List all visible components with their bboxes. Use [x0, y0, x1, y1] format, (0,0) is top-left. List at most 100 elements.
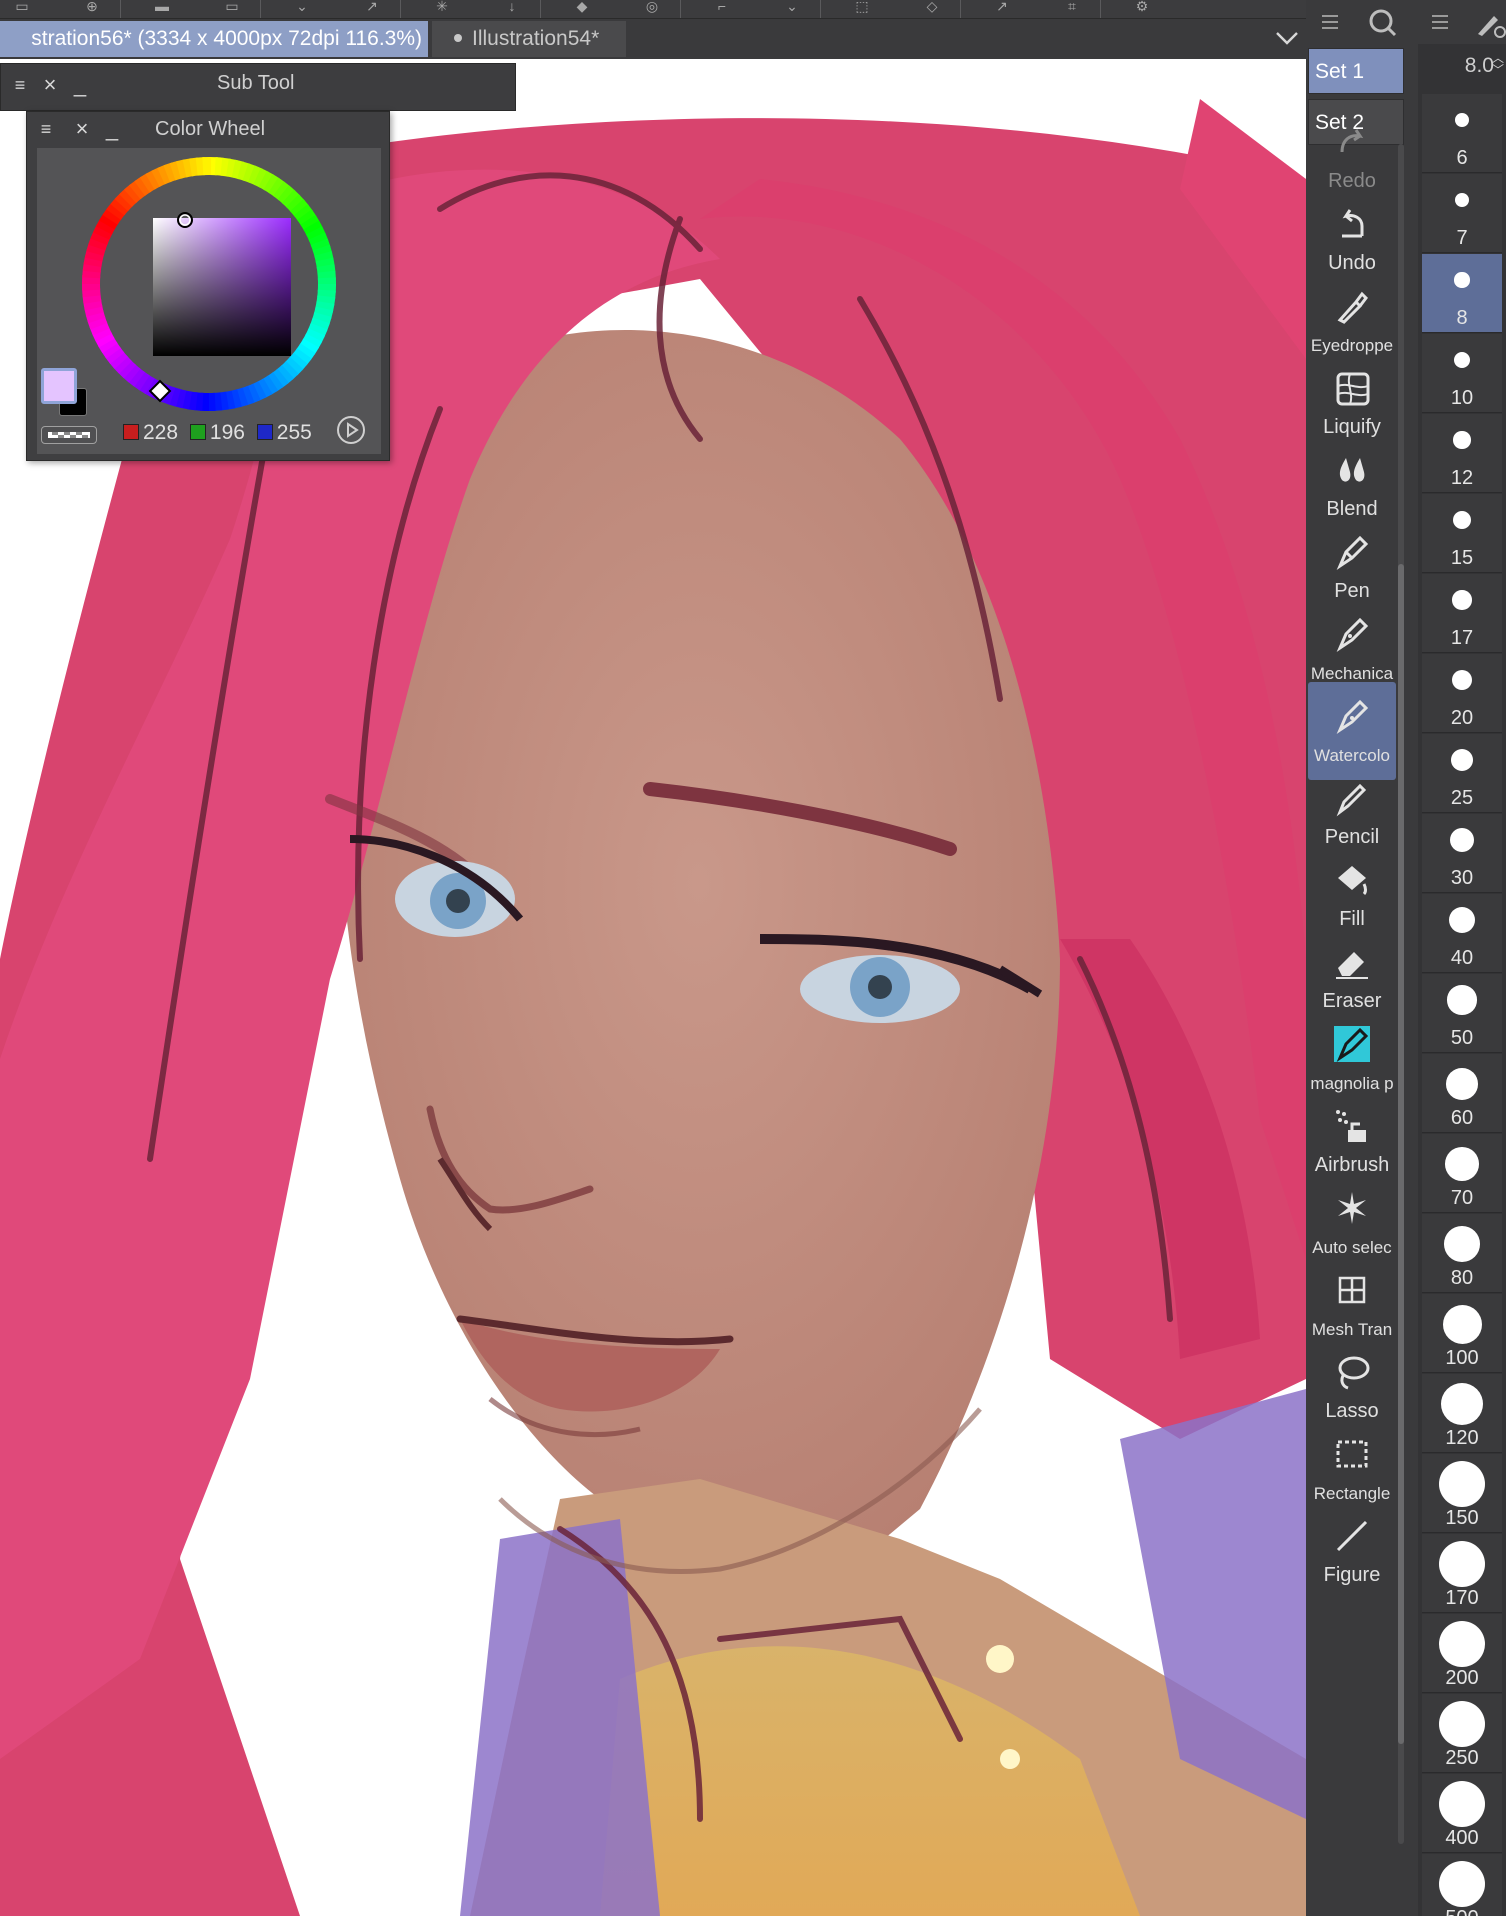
brush-size-label: 12 [1450, 467, 1474, 489]
subtool-palette-title: Sub Tool [217, 72, 295, 94]
pen-icon[interactable]: ↗ [988, 0, 1016, 16]
brush-size-item-6[interactable]: 6 [1422, 94, 1502, 173]
chevron-down-icon[interactable]: ⌄ [778, 0, 806, 16]
brush-size-item-30[interactable]: 30 [1422, 814, 1502, 893]
menu-icon[interactable]: ≡ [35, 118, 57, 142]
brush-size-header [1418, 0, 1506, 44]
brush-size-preview-icon [1439, 1621, 1485, 1667]
color-wheel-palette[interactable]: ≡ × _ Color Wheel 228 196 255 [26, 111, 390, 461]
brush-size-item-15[interactable]: 15 [1422, 494, 1502, 573]
main-color-swatch[interactable] [41, 368, 77, 404]
brush-size-item-170[interactable]: 170 [1422, 1534, 1502, 1613]
brush-size-item-400[interactable]: 400 [1422, 1774, 1502, 1853]
brush-size-item-20[interactable]: 20 [1422, 654, 1502, 733]
brush-size-preview-icon [1449, 827, 1475, 853]
eyedropper-icon [1337, 291, 1368, 324]
tool-label: Mechanica [1310, 664, 1394, 683]
close-icon[interactable]: × [71, 118, 93, 142]
brush-size-item-12[interactable]: 12 [1422, 414, 1502, 493]
transform-icon[interactable]: ⌗ [1058, 0, 1086, 16]
brush-size-label: 50 [1450, 1027, 1474, 1049]
brush-size-label: 120 [1445, 1427, 1479, 1449]
watercolor-icon [1336, 699, 1369, 735]
brush-size-label: 400 [1445, 1827, 1479, 1849]
brush-size-item-150[interactable]: 150 [1422, 1454, 1502, 1533]
menu-icon[interactable] [1430, 12, 1452, 32]
brush-size-preview-icon [1439, 1781, 1485, 1827]
brush-size-item-500[interactable]: 500 [1422, 1854, 1502, 1916]
transparent-color-button[interactable] [41, 426, 97, 444]
tab-illustration56[interactable]: stration56* (3334 x 4000px 72dpi 116.3%) [0, 21, 428, 57]
settings-icon[interactable]: ⚙ [1128, 0, 1156, 16]
tab-illustration56-label: stration56* (3334 x 4000px 72dpi 116.3%) [31, 27, 422, 50]
brush-size-item-50[interactable]: 50 [1422, 974, 1502, 1053]
tab-list-chevron-down-icon[interactable] [1274, 27, 1300, 49]
copy-icon[interactable]: ▭ [218, 0, 246, 16]
tool-panel-scrollbar[interactable] [1398, 144, 1404, 1844]
brush-size-item-120[interactable]: 120 [1422, 1374, 1502, 1453]
tool-set-1-button[interactable]: Set 1 [1308, 48, 1404, 94]
brush-size-item-8[interactable]: 8 [1422, 254, 1502, 333]
green-chip-icon [189, 424, 206, 440]
play-icon[interactable] [335, 414, 367, 446]
menu-icon[interactable]: ≡ [9, 74, 31, 98]
red-value[interactable]: 228 [143, 421, 178, 444]
brush-size-item-100[interactable]: 100 [1422, 1294, 1502, 1373]
tab-illustration54-label: Illustration54* [472, 27, 600, 50]
brush-size-preview-icon [1444, 1226, 1480, 1262]
blue-value[interactable]: 255 [277, 421, 312, 444]
brush-size-label: 8 [1456, 307, 1468, 329]
green-value[interactable]: 196 [210, 421, 245, 444]
brush-size-item-25[interactable]: 25 [1422, 734, 1502, 813]
scrollbar-thumb[interactable] [1398, 564, 1404, 1744]
brush-size-label: 25 [1450, 787, 1474, 809]
tool-search-icon[interactable] [1368, 8, 1398, 38]
pin-icon[interactable]: ↓ [498, 0, 526, 16]
menu-icon[interactable]: ▭ [8, 0, 36, 16]
brush-size-panel: 8.0 ︿ ﹀ 6 7 8 10 12 15 17 20 25 30 40 50 60 70 80 100 120… [1418, 44, 1506, 1916]
tab-illustration54[interactable]: Illustration54* [432, 21, 626, 57]
target-icon[interactable]: ◎ [638, 0, 666, 16]
brush-size-preview-icon [1454, 112, 1470, 128]
brush-settings-icon[interactable] [1472, 8, 1506, 38]
brush-size-item-60[interactable]: 60 [1422, 1054, 1502, 1133]
brush-size-preview-icon [1453, 431, 1471, 449]
unsaved-dot-icon [454, 34, 462, 42]
brush-size-item-7[interactable]: 7 [1422, 174, 1502, 253]
add-icon[interactable]: ⊕ [78, 0, 106, 16]
sparkle-icon[interactable]: ✳ [428, 0, 456, 16]
brush-size-item-70[interactable]: 70 [1422, 1134, 1502, 1213]
brush-size-item-250[interactable]: 250 [1422, 1694, 1502, 1773]
menu-icon[interactable] [1320, 12, 1342, 32]
subtool-palette[interactable]: ≡ × _ Sub Tool [0, 63, 516, 111]
marquee-icon[interactable]: ⬚ [848, 0, 876, 16]
brush-size-item-200[interactable]: 200 [1422, 1614, 1502, 1693]
brush-size-label: 80 [1450, 1267, 1474, 1289]
brush-size-preview-icon [1452, 590, 1472, 610]
rgb-readout: 228 196 255 [117, 418, 312, 448]
drop-icon[interactable]: ◆ [568, 0, 596, 16]
brush-size-item-10[interactable]: 10 [1422, 334, 1502, 413]
minimize-icon[interactable]: _ [69, 74, 91, 98]
close-icon[interactable]: × [39, 74, 61, 98]
brush-size-spinner-icon[interactable]: ︿ ﹀ [1492, 52, 1506, 78]
layer-icon[interactable]: ▬ [148, 0, 176, 16]
airbrush-icon [1336, 1110, 1366, 1142]
undo-arrow-icon[interactable]: ↗ [358, 0, 386, 16]
tool-figure[interactable]: Figure [1308, 1502, 1396, 1600]
brush-size-item-40[interactable]: 40 [1422, 894, 1502, 973]
top-toolbar: ▭ ⊕ ▬ ▭ ⌄ ↗ ✳ ↓ ◆ ◎ ⌐ ⌄ ⬚ ◇ ↗ ⌗ ⚙ [0, 0, 1306, 19]
brush-size-item-80[interactable]: 80 [1422, 1214, 1502, 1293]
layer-icon[interactable]: ◇ [918, 0, 946, 16]
hue-ring[interactable] [77, 152, 341, 416]
brush-size-label: 17 [1450, 627, 1474, 649]
brush-size-value[interactable]: 8.0 [1418, 54, 1494, 78]
chevron-down-icon[interactable]: ⌄ [288, 0, 316, 16]
brush-size-preview-icon [1454, 192, 1470, 208]
blend-icon [1339, 458, 1365, 482]
brush-size-item-17[interactable]: 17 [1422, 574, 1502, 653]
minimize-icon[interactable]: _ [101, 118, 123, 142]
tool-label: Rectangle [1313, 1484, 1391, 1503]
select-icon[interactable]: ⌐ [708, 0, 736, 16]
brush-size-preview-icon [1439, 1701, 1485, 1747]
